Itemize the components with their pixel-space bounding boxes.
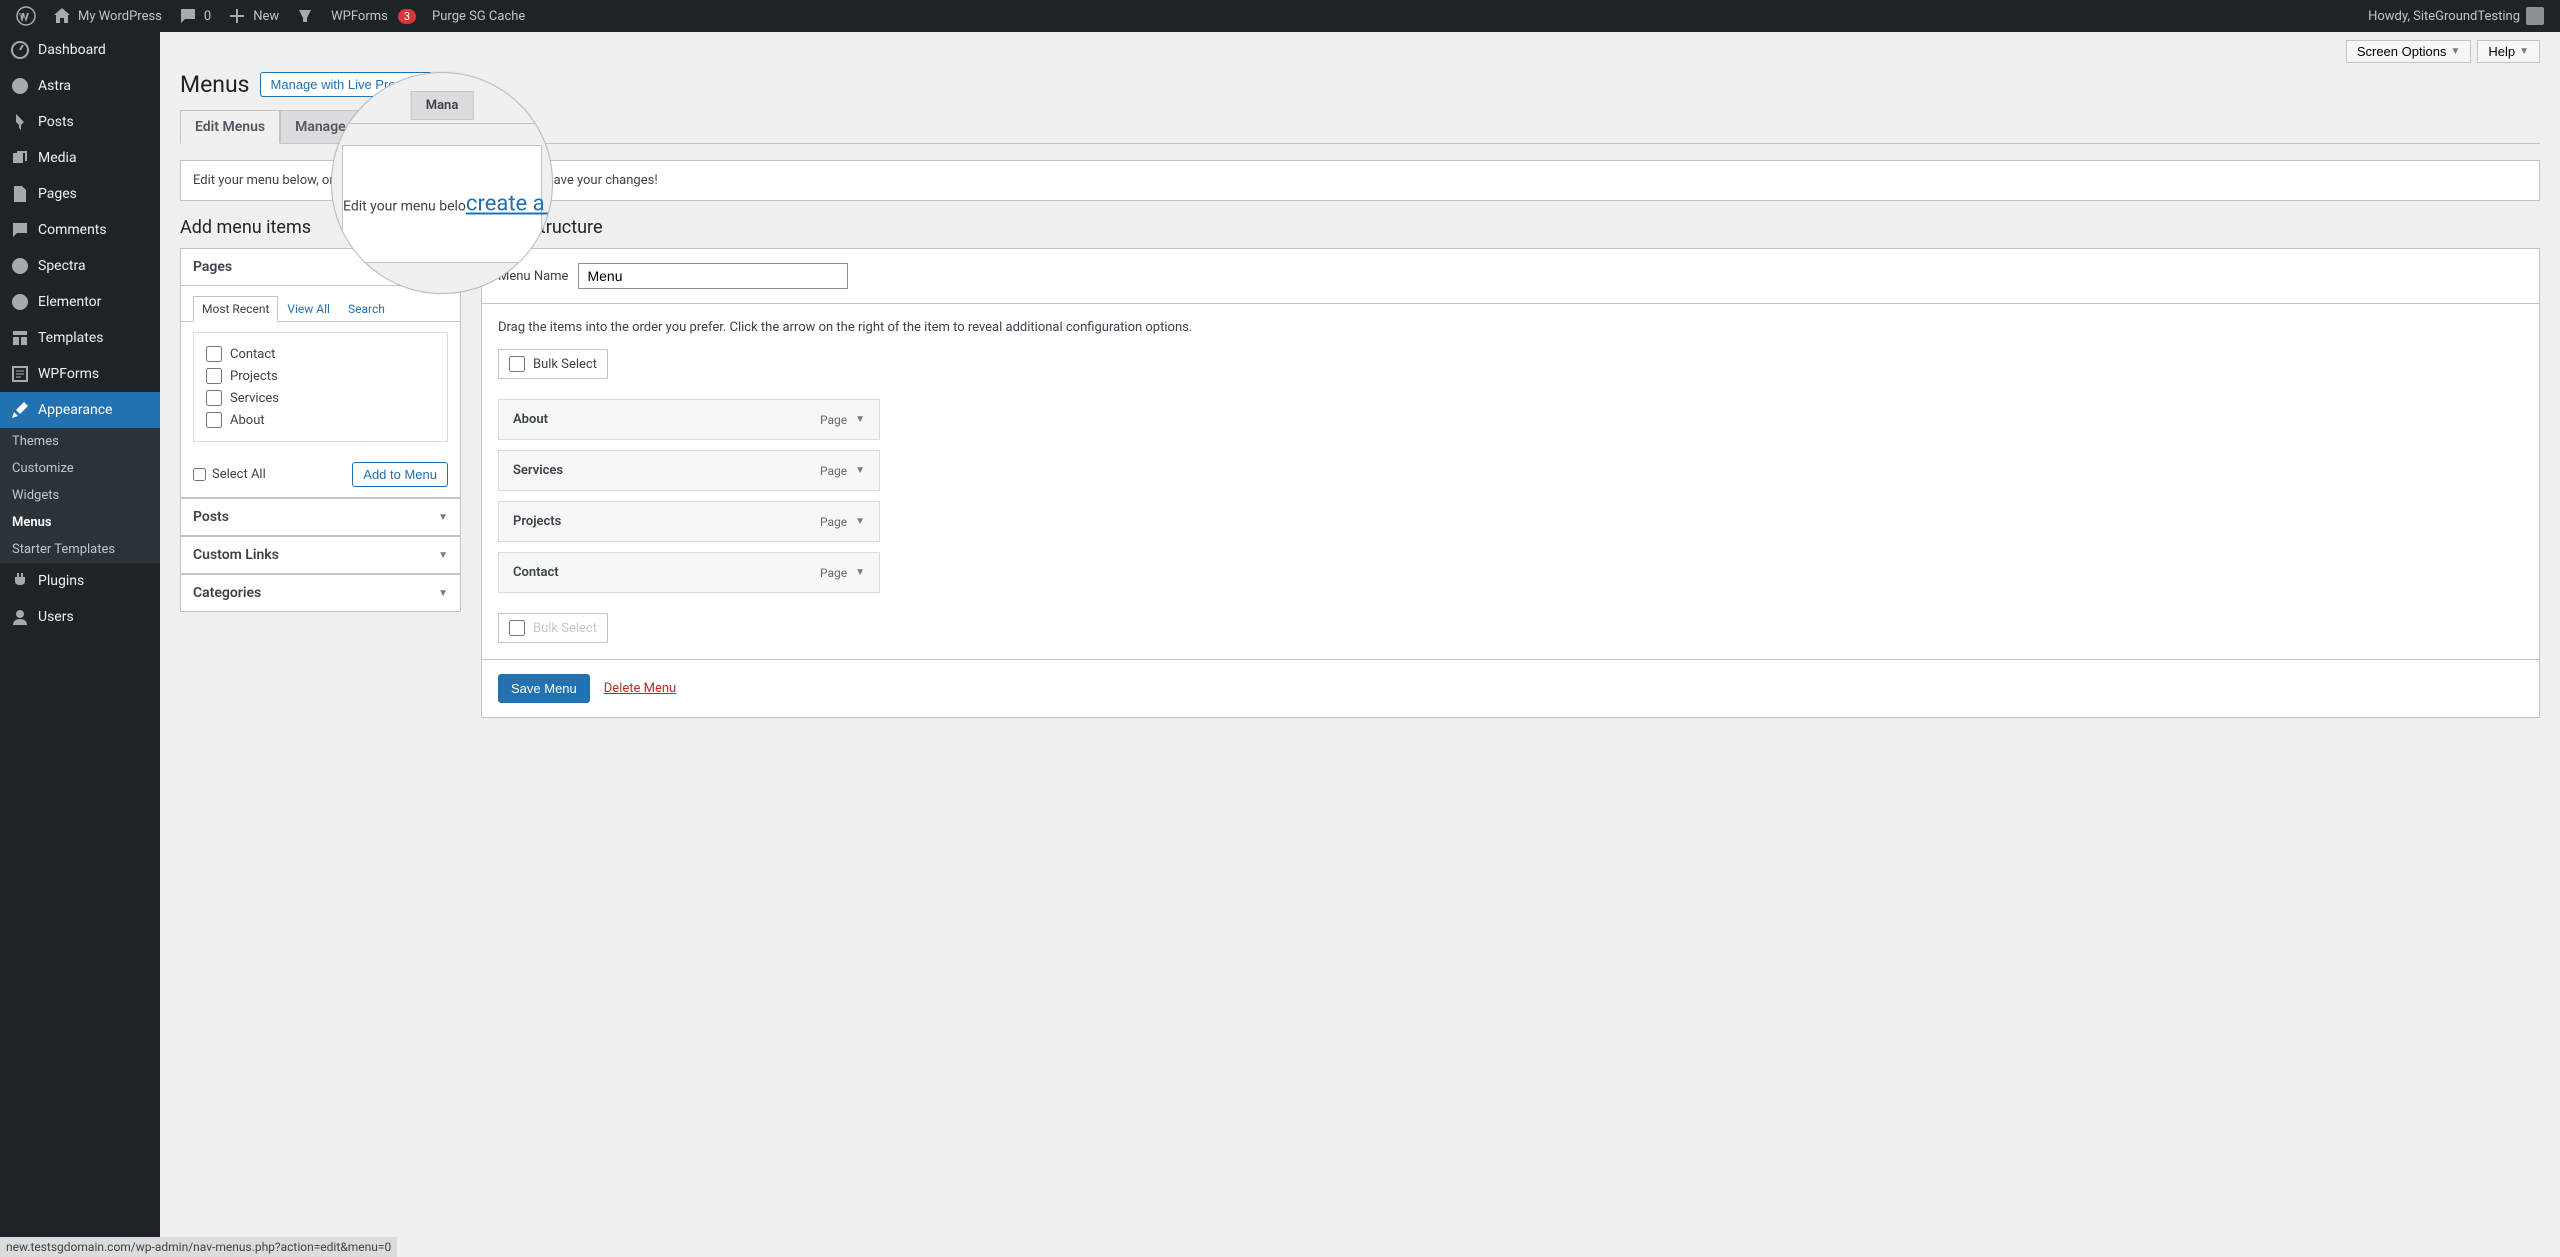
metabox-posts: Posts ▼ <box>180 498 461 536</box>
comments[interactable]: 0 <box>170 0 219 32</box>
page-icon <box>10 184 30 204</box>
metabox-posts-toggle[interactable]: Posts ▼ <box>181 499 460 535</box>
sidebar-item-spectra[interactable]: Spectra <box>0 248 160 284</box>
purge-cache[interactable]: Purge SG Cache <box>424 0 533 32</box>
wpforms-label: WPForms <box>331 9 388 24</box>
chevron-down-icon: ▼ <box>438 512 448 523</box>
subtab-recent[interactable]: Most Recent <box>193 296 278 322</box>
elementor-icon <box>10 292 30 312</box>
magnifier-overlay: Mana Edit your menu belocreate a new men… <box>331 72 553 294</box>
comment-icon <box>10 220 30 240</box>
sub-widgets[interactable]: Widgets <box>0 482 160 509</box>
my-account[interactable]: Howdy, SiteGroundTesting <box>2360 0 2552 32</box>
instructions: Drag the items into the order you prefer… <box>498 320 2523 335</box>
sub-themes[interactable]: Themes <box>0 428 160 455</box>
delete-menu-link[interactable]: Delete Menu <box>604 681 676 696</box>
sub-customize[interactable]: Customize <box>0 455 160 482</box>
new-content[interactable]: New <box>219 0 287 32</box>
mag-create-link: create a new menu <box>466 192 553 217</box>
help-button[interactable]: Help ▼ <box>2477 40 2540 63</box>
select-all[interactable]: Select All <box>193 467 266 482</box>
appearance-submenu: Themes Customize Widgets Menus Starter T… <box>0 428 160 563</box>
chevron-down-icon: ▼ <box>438 588 448 599</box>
new-label: New <box>253 9 279 24</box>
site-name[interactable]: My WordPress <box>44 0 170 32</box>
chevron-down-icon[interactable]: ▼ <box>855 516 865 527</box>
add-to-menu-button[interactable]: Add to Menu <box>352 462 448 487</box>
menu-panel: Menu Name Drag the items into the order … <box>481 248 2540 718</box>
chevron-down-icon: ▼ <box>2519 46 2529 57</box>
metabox-custom-links-toggle[interactable]: Custom Links ▼ <box>181 537 460 573</box>
menu-item[interactable]: ProjectsPage▼ <box>498 501 880 542</box>
page-check-services[interactable]: Services <box>206 387 435 409</box>
wpforms-badge: 3 <box>398 9 416 24</box>
menu-item[interactable]: AboutPage▼ <box>498 399 880 440</box>
astra-icon <box>10 76 30 96</box>
metabox-custom-links: Custom Links ▼ <box>180 536 461 574</box>
sub-starter-templates[interactable]: Starter Templates <box>0 536 160 563</box>
bulk-select-top[interactable]: Bulk Select <box>498 349 608 379</box>
comment-count: 0 <box>204 9 211 24</box>
templates-icon <box>10 328 30 348</box>
wp-logo[interactable] <box>8 0 44 32</box>
chevron-down-icon: ▼ <box>2450 46 2460 57</box>
pages-checklist: Contact Projects Services About <box>193 332 448 442</box>
plugin-icon <box>10 571 30 591</box>
sidebar-item-appearance[interactable]: Appearance <box>0 392 160 428</box>
purge-label: Purge SG Cache <box>432 9 525 24</box>
chevron-down-icon: ▼ <box>438 550 448 561</box>
save-menu-button[interactable]: Save Menu <box>498 674 590 703</box>
adminbar: My WordPress 0 New WPForms 3 Purge SG Ca… <box>0 0 2560 32</box>
sidebar-item-plugins[interactable]: Plugins <box>0 563 160 599</box>
sidebar-item-templates[interactable]: Templates <box>0 320 160 356</box>
sidebar-item-astra[interactable]: Astra <box>0 68 160 104</box>
media-icon <box>10 148 30 168</box>
subtab-search[interactable]: Search <box>339 296 394 321</box>
sidebar-item-dashboard[interactable]: Dashboard <box>0 32 160 68</box>
pin-icon <box>10 112 30 132</box>
metabox-categories: Categories ▼ <box>180 574 461 612</box>
page-check-about[interactable]: About <box>206 409 435 431</box>
wpforms-icon <box>10 364 30 384</box>
tab-edit-menus[interactable]: Edit Menus <box>180 110 280 144</box>
sidebar-item-wpforms[interactable]: WPForms <box>0 356 160 392</box>
wpforms[interactable]: WPForms 3 <box>323 0 424 32</box>
mag-tab: Mana <box>411 91 474 120</box>
bulk-select-bottom[interactable]: Bulk Select <box>498 613 608 643</box>
statusbar: new.testsgdomain.com/wp-admin/nav-menus.… <box>0 1237 397 1257</box>
menu-item[interactable]: ContactPage▼ <box>498 552 880 593</box>
metabox-categories-toggle[interactable]: Categories ▼ <box>181 575 460 611</box>
howdy-label: Howdy, SiteGroundTesting <box>2368 9 2520 24</box>
sidebar-item-comments[interactable]: Comments <box>0 212 160 248</box>
subtab-all[interactable]: View All <box>278 296 339 321</box>
menu-name-input[interactable] <box>578 263 848 289</box>
menu-structure-title: Menu structure <box>481 217 2540 238</box>
dashboard-icon <box>10 40 30 60</box>
page-check-contact[interactable]: Contact <box>206 343 435 365</box>
sidebar-item-media[interactable]: Media <box>0 140 160 176</box>
spectra-icon <box>10 256 30 276</box>
sidebar-item-users[interactable]: Users <box>0 599 160 635</box>
yoast-icon[interactable] <box>287 0 323 32</box>
comment-icon <box>178 6 198 26</box>
sidebar-item-elementor[interactable]: Elementor <box>0 284 160 320</box>
plus-icon <box>227 6 247 26</box>
page-check-projects[interactable]: Projects <box>206 365 435 387</box>
chevron-down-icon[interactable]: ▼ <box>855 414 865 425</box>
site-name-label: My WordPress <box>78 9 162 24</box>
sidebar-item-posts[interactable]: Posts <box>0 104 160 140</box>
chevron-down-icon[interactable]: ▼ <box>855 567 865 578</box>
sidebar-item-pages[interactable]: Pages <box>0 176 160 212</box>
chevron-down-icon[interactable]: ▼ <box>855 465 865 476</box>
brush-icon <box>10 400 30 420</box>
menu-item[interactable]: ServicesPage▼ <box>498 450 880 491</box>
page-title: Menus <box>180 71 250 98</box>
home-icon <box>52 6 72 26</box>
sub-menus[interactable]: Menus <box>0 509 160 536</box>
users-icon <box>10 607 30 627</box>
yoast-icon-svg <box>295 6 315 26</box>
admin-sidebar: Dashboard Astra Posts Media Pages Commen… <box>0 32 160 1257</box>
avatar <box>2526 7 2544 25</box>
screen-options-button[interactable]: Screen Options ▼ <box>2346 40 2472 63</box>
